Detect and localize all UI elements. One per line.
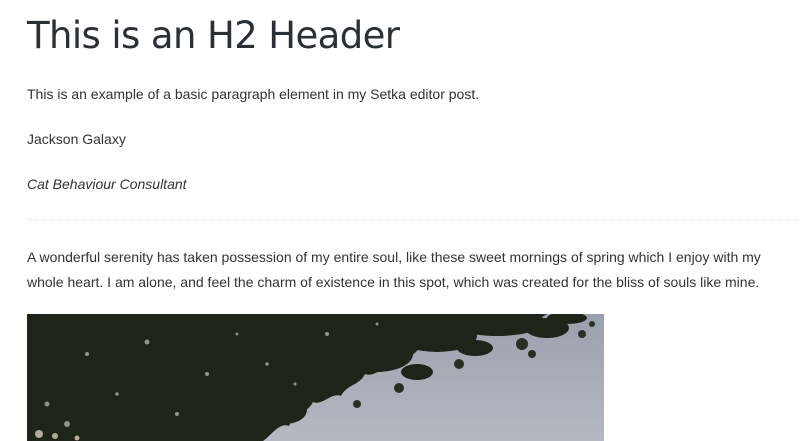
post-heading: This is an H2 Header <box>27 14 400 57</box>
post-page: This is an H2 Header This is an example … <box>0 0 800 441</box>
basic-paragraph: This is an example of a basic paragraph … <box>27 86 480 102</box>
author-role: Cat Behaviour Consultant <box>27 176 187 192</box>
tree-photo-image <box>27 314 604 441</box>
section-divider <box>27 219 800 220</box>
body-paragraph: A wonderful serenity has taken possessio… <box>27 249 761 290</box>
author-name: Jackson Galaxy <box>27 131 126 147</box>
tree-photo <box>27 314 604 441</box>
